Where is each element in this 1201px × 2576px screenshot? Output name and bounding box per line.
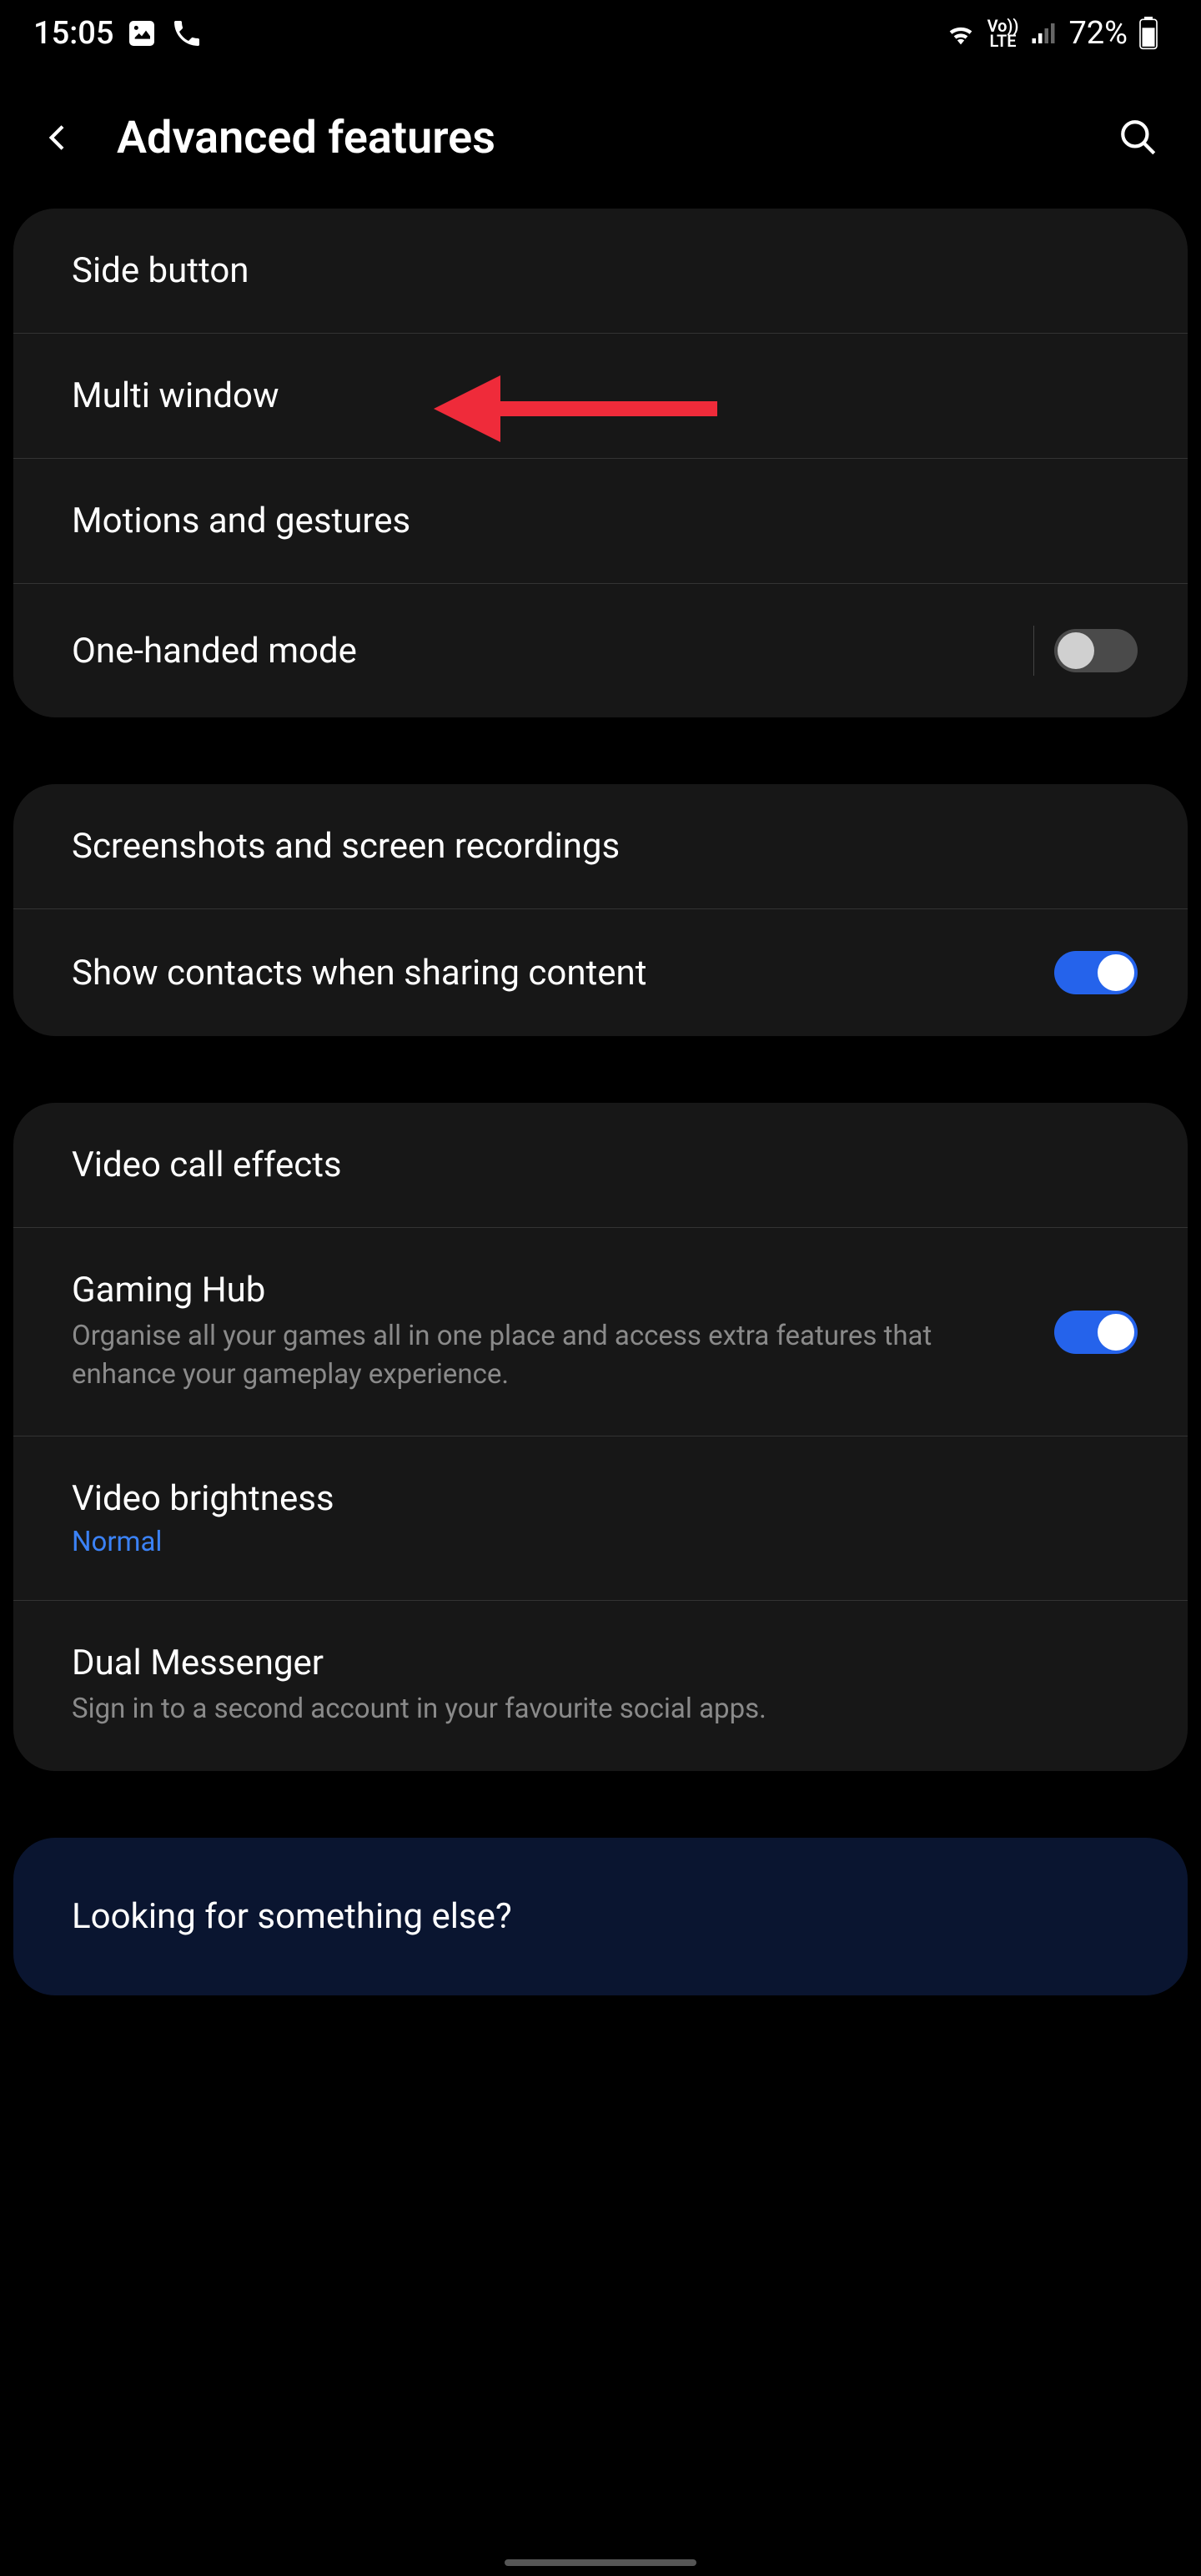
settings-card: Screenshots and screen recordings Show c… xyxy=(13,784,1188,1036)
toggle-divider xyxy=(1033,626,1034,676)
battery-icon xyxy=(1138,17,1159,50)
home-indicator[interactable] xyxy=(505,2559,696,2566)
item-title: One-handed mode xyxy=(72,631,1008,672)
picture-icon xyxy=(125,17,158,50)
multi-window-item[interactable]: Multi window xyxy=(13,334,1188,459)
show-contacts-toggle[interactable] xyxy=(1054,951,1138,994)
footer-card[interactable]: Looking for something else? xyxy=(13,1838,1188,1995)
page-title: Advanced features xyxy=(117,112,1076,164)
phone-icon xyxy=(170,17,204,50)
item-title: Screenshots and screen recordings xyxy=(72,826,1113,867)
settings-card: Side button Multi window Motions and ges… xyxy=(13,209,1188,717)
item-subtitle: Organise all your games all in one place… xyxy=(72,1317,1029,1394)
wifi-icon xyxy=(944,17,977,50)
header: Advanced features xyxy=(0,67,1201,209)
search-button[interactable] xyxy=(1101,108,1176,167)
status-left: 15:05 xyxy=(33,15,204,52)
status-bar: 15:05 Vo))LTE 72% xyxy=(0,0,1201,67)
item-value: Normal xyxy=(72,1526,1113,1558)
item-title: Video call effects xyxy=(72,1145,1113,1185)
item-title: Dual Messenger xyxy=(72,1643,1113,1683)
gaming-hub-item[interactable]: Gaming Hub Organise all your games all i… xyxy=(13,1228,1188,1436)
status-time: 15:05 xyxy=(33,15,113,52)
volte-icon: Vo))LTE xyxy=(987,18,1019,48)
item-subtitle: Sign in to a second account in your favo… xyxy=(72,1690,1113,1728)
footer-title: Looking for something else? xyxy=(72,1896,1129,1937)
signal-icon xyxy=(1028,18,1058,48)
dual-messenger-item[interactable]: Dual Messenger Sign in to a second accou… xyxy=(13,1601,1188,1770)
side-button-item[interactable]: Side button xyxy=(13,209,1188,334)
item-title: Motions and gestures xyxy=(72,501,1113,541)
one-handed-mode-item[interactable]: One-handed mode xyxy=(13,584,1188,717)
back-button[interactable] xyxy=(25,108,92,167)
gaming-hub-toggle[interactable] xyxy=(1054,1311,1138,1354)
motions-gestures-item[interactable]: Motions and gestures xyxy=(13,459,1188,584)
item-title: Multi window xyxy=(72,375,1113,416)
screenshots-item[interactable]: Screenshots and screen recordings xyxy=(13,784,1188,909)
status-right: Vo))LTE 72% xyxy=(944,15,1159,52)
video-brightness-item[interactable]: Video brightness Normal xyxy=(13,1436,1188,1601)
one-handed-toggle[interactable] xyxy=(1054,629,1138,672)
settings-card: Video call effects Gaming Hub Organise a… xyxy=(13,1103,1188,1771)
item-title: Video brightness xyxy=(72,1478,1113,1519)
item-title: Show contacts when sharing content xyxy=(72,953,1029,994)
video-call-effects-item[interactable]: Video call effects xyxy=(13,1103,1188,1228)
battery-percent: 72% xyxy=(1068,15,1128,52)
item-title: Gaming Hub xyxy=(72,1270,1029,1311)
item-title: Side button xyxy=(72,250,1113,291)
show-contacts-item[interactable]: Show contacts when sharing content xyxy=(13,909,1188,1036)
